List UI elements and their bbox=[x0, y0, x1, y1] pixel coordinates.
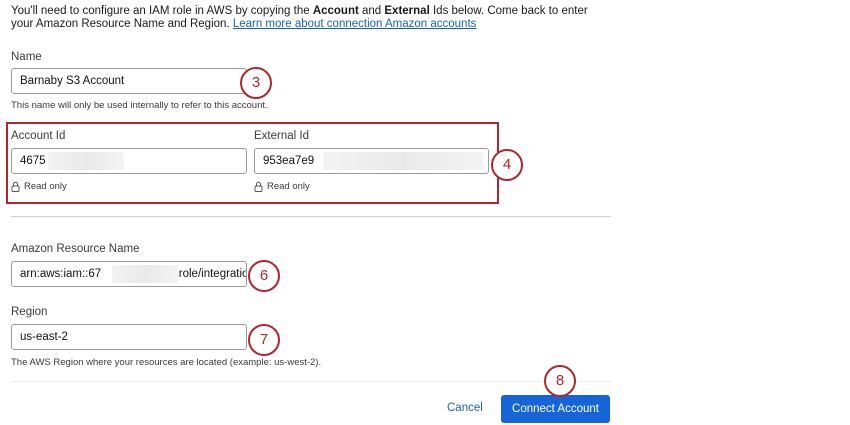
footer-divider bbox=[11, 381, 611, 382]
account-id-label: Account Id bbox=[11, 130, 66, 142]
external-id-redaction bbox=[323, 152, 483, 170]
callout-8: 8 bbox=[544, 365, 576, 397]
arn-label: Amazon Resource Name bbox=[11, 243, 140, 255]
account-id-readonly-label: Read only bbox=[24, 181, 67, 192]
external-id-input[interactable]: 953ea7e9 bbox=[254, 148, 489, 174]
account-id-value: 4675 bbox=[20, 155, 46, 167]
cancel-button[interactable]: Cancel bbox=[447, 402, 483, 414]
learn-more-link[interactable]: Learn more about connection Amazon accou… bbox=[233, 18, 477, 30]
intro-bold-external: External bbox=[384, 5, 430, 17]
arn-redaction bbox=[112, 265, 178, 283]
lock-icon bbox=[11, 181, 20, 192]
name-label: Name bbox=[11, 51, 42, 63]
external-id-label: External Id bbox=[254, 130, 309, 142]
arn-value-prefix: arn:aws:iam::67 bbox=[20, 268, 102, 280]
account-id-redaction bbox=[48, 152, 124, 170]
account-id-input[interactable]: 4675 bbox=[11, 148, 247, 174]
intro-bold-account: Account bbox=[312, 5, 359, 17]
name-helper: This name will only be used internally t… bbox=[11, 100, 268, 111]
section-divider bbox=[11, 216, 611, 217]
account-id-readonly: Read only bbox=[11, 181, 67, 192]
external-id-value: 953ea7e9 bbox=[263, 155, 315, 167]
arn-value-suffix: 1:role/integrations bbox=[169, 268, 246, 280]
external-id-readonly-label: Read only bbox=[267, 181, 310, 192]
arn-input[interactable]: arn:aws:iam::67 1:role/integrations bbox=[11, 261, 247, 287]
callout-3: 3 bbox=[240, 67, 272, 99]
callout-4: 4 bbox=[491, 149, 523, 181]
external-id-readonly: Read only bbox=[254, 181, 310, 192]
intro-text-and: and bbox=[358, 5, 385, 17]
region-helper: The AWS Region where your resources are … bbox=[11, 357, 322, 368]
name-input-value: Barnaby S3 Account bbox=[20, 75, 125, 87]
name-input[interactable]: Barnaby S3 Account bbox=[11, 68, 247, 94]
lock-icon bbox=[254, 181, 263, 192]
intro-text-before: You'll need to configure an IAM role in … bbox=[11, 5, 313, 17]
region-value: us-east-2 bbox=[20, 331, 68, 343]
callout-6: 6 bbox=[248, 260, 280, 292]
callout-7: 7 bbox=[248, 324, 280, 356]
intro-text: You'll need to configure an IAM role in … bbox=[11, 5, 611, 31]
connect-account-button[interactable]: Connect Account bbox=[501, 395, 610, 423]
region-input[interactable]: us-east-2 bbox=[11, 324, 247, 350]
region-label: Region bbox=[11, 306, 48, 318]
